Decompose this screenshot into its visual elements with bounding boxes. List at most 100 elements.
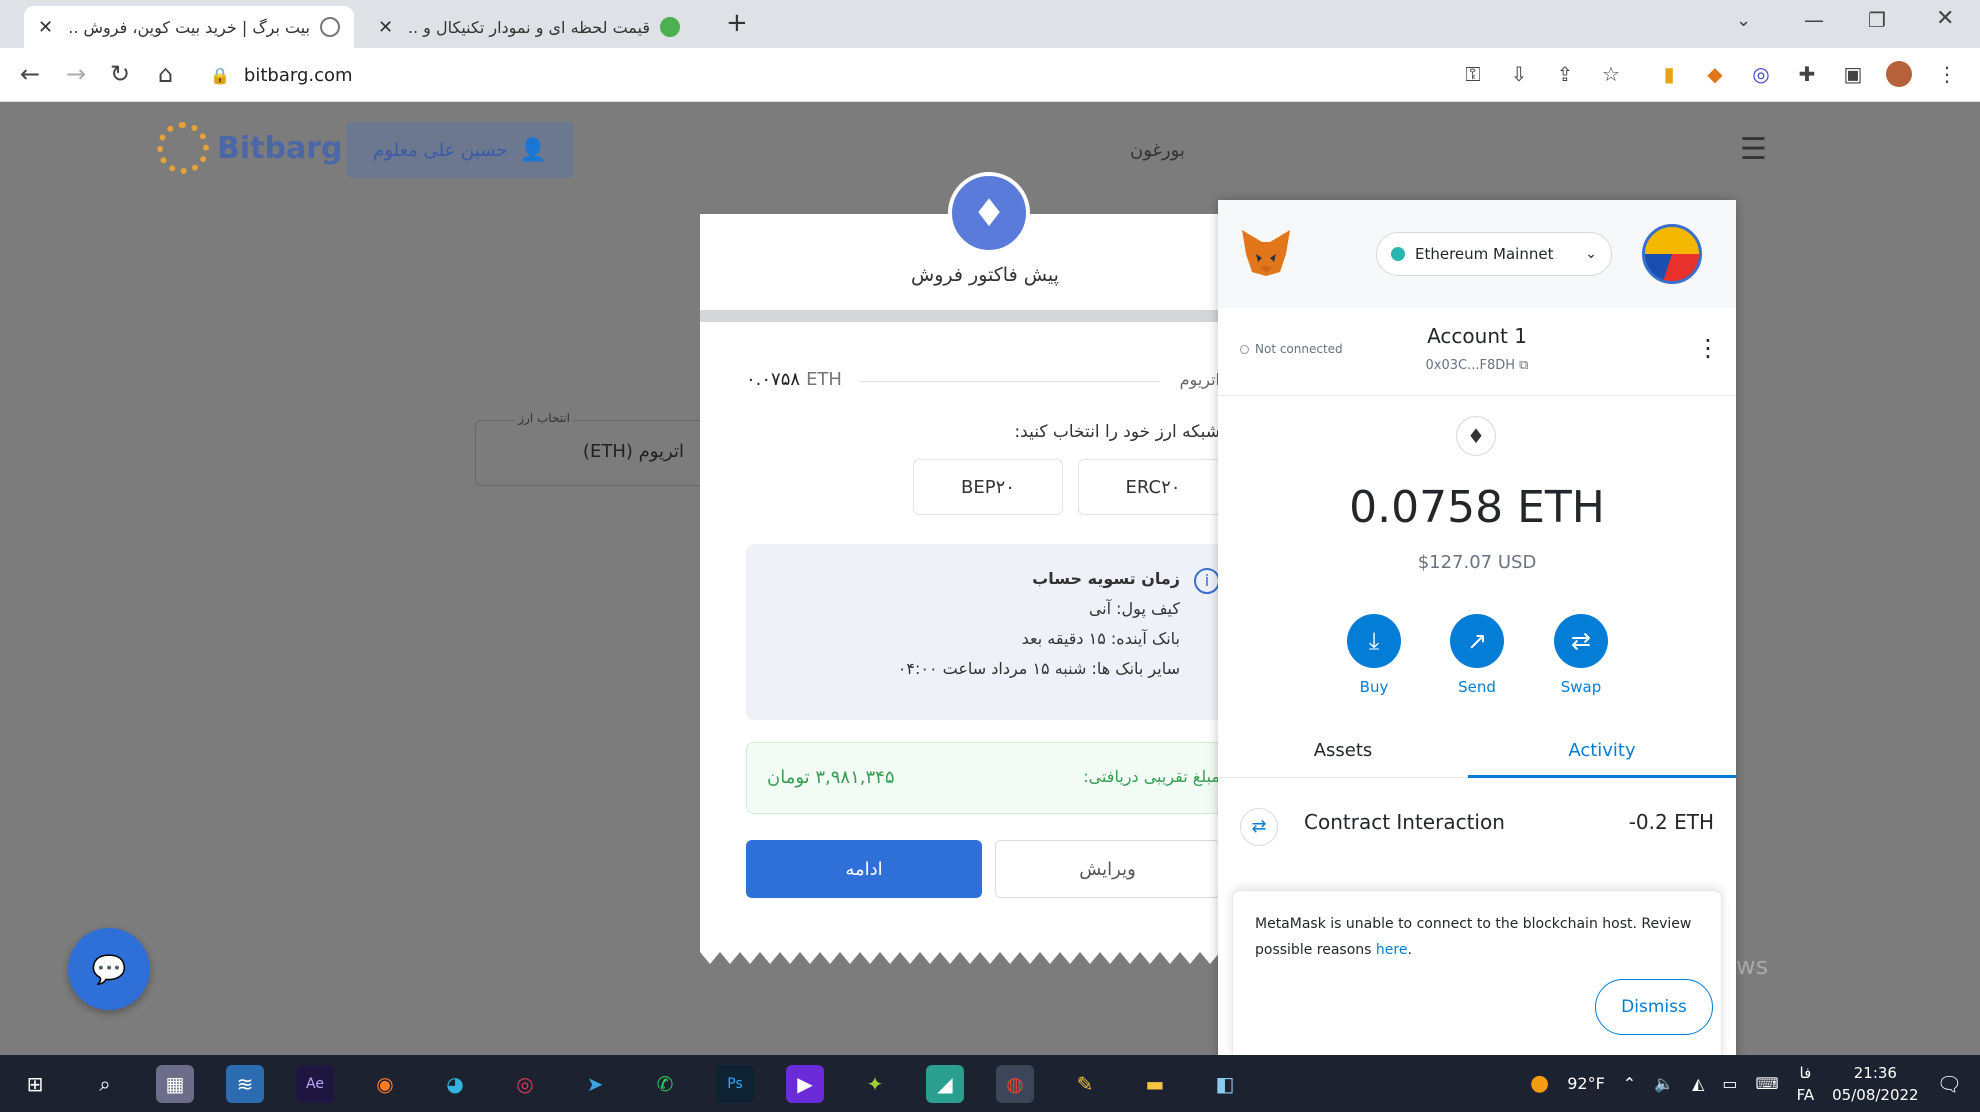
metamask-header: Ethereum Mainnet ⌄ bbox=[1218, 200, 1736, 308]
user-menu-button[interactable]: حسین علی معلوم 👤 bbox=[346, 122, 574, 178]
alert-link[interactable]: here bbox=[1376, 942, 1408, 958]
ethereum-icon: ♦ bbox=[1456, 416, 1496, 456]
network-icon[interactable]: ◭ bbox=[1692, 1074, 1704, 1093]
site-favicon-icon bbox=[660, 17, 680, 37]
continue-button[interactable]: ادامه bbox=[746, 840, 982, 898]
notifications-icon[interactable]: 🗨 bbox=[1937, 1072, 1962, 1096]
amount-unit: ETH bbox=[806, 369, 842, 390]
app-icon[interactable]: ◧ bbox=[1206, 1065, 1244, 1103]
extension-icon[interactable]: ▮ bbox=[1656, 61, 1682, 87]
volume-icon[interactable]: 🔈 bbox=[1654, 1074, 1674, 1093]
after-effects-icon[interactable]: Ae bbox=[296, 1065, 334, 1103]
restore-icon[interactable]: ❐ bbox=[1868, 8, 1886, 32]
swap-button[interactable]: ⇄ Swap bbox=[1546, 614, 1616, 696]
forward-icon[interactable]: → bbox=[66, 60, 86, 88]
whatsapp-icon[interactable]: ✆ bbox=[646, 1065, 684, 1103]
keyboard-icon[interactable]: ⌨ bbox=[1756, 1074, 1779, 1093]
key-icon[interactable]: ⚿ bbox=[1460, 61, 1486, 87]
chat-button[interactable]: 💬 bbox=[68, 928, 150, 1010]
copy-icon: ⧉ bbox=[1519, 358, 1529, 373]
close-tab-icon[interactable]: ✕ bbox=[38, 17, 53, 38]
search-icon[interactable]: ⌕ bbox=[86, 1065, 124, 1103]
network-option-erc20[interactable]: ERC۲۰ bbox=[1078, 459, 1228, 515]
dismiss-button[interactable]: Dismiss bbox=[1595, 979, 1713, 1035]
send-arrow-icon: ↗ bbox=[1450, 614, 1504, 668]
language-indicator[interactable]: فا FA bbox=[1797, 1062, 1815, 1106]
metamask-tabs: Assets Activity bbox=[1218, 728, 1736, 778]
share-icon[interactable]: ⇪ bbox=[1552, 61, 1578, 87]
browser-menu-icon[interactable]: ⋮ bbox=[1934, 61, 1960, 87]
battery-icon[interactable]: ▭ bbox=[1722, 1074, 1737, 1093]
network-name: Ethereum Mainnet bbox=[1415, 245, 1554, 263]
account-avatar[interactable] bbox=[1642, 224, 1702, 284]
close-tab-icon[interactable]: ✕ bbox=[378, 17, 393, 38]
video-app-icon[interactable]: ▶ bbox=[786, 1065, 824, 1103]
account-address[interactable]: 0x03C...F8DH ⧉ bbox=[1218, 358, 1736, 373]
firefox-icon[interactable]: ◉ bbox=[366, 1065, 404, 1103]
minimize-icon[interactable]: — bbox=[1804, 8, 1824, 32]
edit-button[interactable]: ویرایش bbox=[995, 840, 1220, 898]
buy-button[interactable]: ⤓ Buy bbox=[1339, 614, 1409, 696]
swap-icon: ⇄ bbox=[1554, 614, 1608, 668]
amount-value: ۰.۰۷۵۸ bbox=[746, 369, 801, 390]
extension-circle-icon[interactable]: ◎ bbox=[1748, 61, 1774, 87]
app-icon[interactable]: ◎ bbox=[506, 1065, 544, 1103]
amount-label: اتریوم bbox=[1179, 370, 1220, 389]
extensions-puzzle-icon[interactable]: ✚ bbox=[1794, 61, 1820, 87]
app-icon[interactable]: ✦ bbox=[856, 1065, 894, 1103]
network-option-bep20[interactable]: BEP۲۰ bbox=[913, 459, 1063, 515]
balance-usd: $127.07 USD bbox=[1417, 552, 1537, 573]
tab-assets[interactable]: Assets bbox=[1218, 740, 1468, 761]
browser-tab-chart[interactable]: قیمت لحظه ای و نمودار تکنیکال و ... ✕ bbox=[364, 6, 694, 48]
activity-item[interactable]: ⇄ Contract Interaction -0.2 ETH bbox=[1218, 800, 1736, 850]
close-window-icon[interactable]: ✕ bbox=[1936, 6, 1954, 31]
account-options-icon[interactable]: ⋮ bbox=[1696, 334, 1720, 362]
back-icon[interactable]: ← bbox=[20, 60, 40, 88]
edge-icon[interactable]: ◕ bbox=[436, 1065, 474, 1103]
install-icon[interactable]: ⇩ bbox=[1506, 61, 1532, 87]
photoshop-icon[interactable]: Ps bbox=[716, 1065, 754, 1103]
app-icon[interactable]: ≋ bbox=[226, 1065, 264, 1103]
notes-icon[interactable]: ✎ bbox=[1066, 1065, 1104, 1103]
logo-mark-icon bbox=[157, 122, 209, 174]
alert-text: MetaMask is unable to connect to the blo… bbox=[1255, 916, 1692, 958]
weather-temp[interactable]: 92°F bbox=[1567, 1074, 1605, 1093]
metamask-fox-icon[interactable] bbox=[1240, 228, 1292, 278]
home-icon[interactable]: ⌂ bbox=[158, 60, 173, 88]
bookmark-star-icon[interactable]: ☆ bbox=[1598, 61, 1624, 87]
app-icon[interactable]: ◢ bbox=[926, 1065, 964, 1103]
app-icon[interactable]: ▦ bbox=[156, 1065, 194, 1103]
side-panel-icon[interactable]: ▣ bbox=[1840, 61, 1866, 87]
weather-icon: ● bbox=[1530, 1071, 1550, 1096]
network-status-dot bbox=[1391, 247, 1405, 261]
alert-period: . bbox=[1407, 942, 1412, 958]
reload-icon[interactable]: ↻ bbox=[110, 60, 130, 88]
send-button[interactable]: ↗ Send bbox=[1442, 614, 1512, 696]
info-title: زمان تسویه حساب bbox=[1032, 569, 1180, 588]
new-tab-icon[interactable]: + bbox=[726, 8, 748, 38]
chat-icon: 💬 bbox=[91, 952, 127, 986]
nav-link[interactable]: بورغون bbox=[1130, 140, 1185, 161]
tab-search-icon[interactable]: ⌄ bbox=[1736, 10, 1751, 31]
account-address-text: 0x03C...F8DH bbox=[1425, 358, 1516, 373]
start-icon[interactable]: ⊞ bbox=[16, 1065, 54, 1103]
file-explorer-icon[interactable]: ▬ bbox=[1136, 1065, 1174, 1103]
profile-avatar-icon[interactable] bbox=[1886, 61, 1912, 87]
chrome-icon[interactable]: ◍ bbox=[996, 1065, 1034, 1103]
total-value: ۳,۹۸۱,۳۴۵ تومان bbox=[767, 767, 895, 788]
telegram-icon[interactable]: ➤ bbox=[576, 1065, 614, 1103]
metamask-fox-icon[interactable]: ◆ bbox=[1702, 61, 1728, 87]
network-question: شبکه ارز خود را انتخاب کنید: bbox=[1014, 422, 1220, 442]
address-bar[interactable]: 🔒 bitbarg.com bbox=[210, 56, 1460, 94]
clock[interactable]: 21:36 05/08/2022 bbox=[1832, 1062, 1918, 1106]
system-tray: ● 92°F ⌃ 🔈 ◭ ▭ ⌨ فا FA 21:36 05/08/2022 … bbox=[1530, 1055, 1980, 1112]
hamburger-menu-icon[interactable]: ☰ bbox=[1740, 132, 1767, 167]
chevron-up-icon[interactable]: ⌃ bbox=[1623, 1074, 1636, 1093]
currency-select[interactable]: انتخاب ارز (ETH) اتریوم bbox=[475, 411, 715, 486]
site-logo[interactable]: Bitbarg bbox=[157, 122, 342, 174]
tab-activity[interactable]: Activity bbox=[1468, 728, 1736, 778]
network-selector[interactable]: Ethereum Mainnet ⌄ bbox=[1376, 232, 1612, 276]
browser-toolbar: ← → ↻ ⌂ 🔒 bitbarg.com ⚿ ⇩ ⇪ ☆ ▮ ◆ ◎ ✚ ▣ … bbox=[0, 48, 1980, 102]
account-bar: Not connected Account 1 0x03C...F8DH ⧉ ⋮ bbox=[1218, 308, 1736, 396]
browser-tab-bitbarg[interactable]: بیت برگ | خرید بیت کوین، فروش ... ✕ bbox=[24, 6, 354, 48]
